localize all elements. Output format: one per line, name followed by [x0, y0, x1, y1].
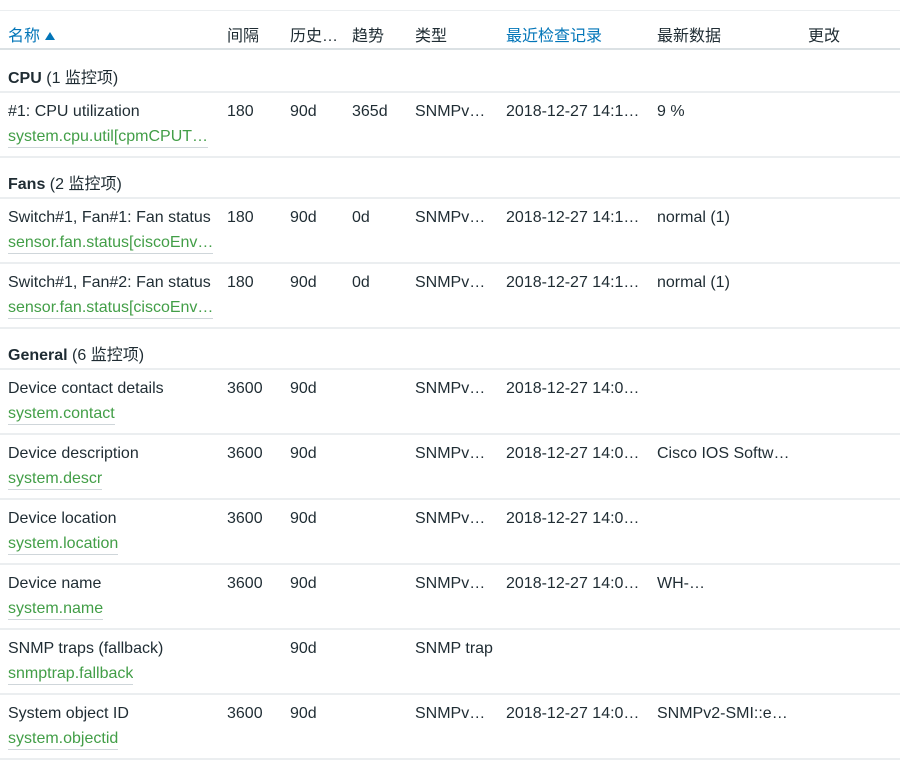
item-history: 90d — [290, 274, 317, 291]
item-key-link[interactable]: system.descr — [8, 470, 103, 490]
item-history: 90d — [290, 510, 317, 527]
group-item-count: (2 监控项) — [49, 176, 122, 193]
item-trends: 0d — [352, 209, 370, 226]
item-name: System object ID — [8, 705, 129, 722]
item-interval: 180 — [227, 209, 254, 226]
column-header-change: 更改 — [808, 28, 841, 45]
table-row: Device contact details system.contact 3600… — [0, 370, 900, 435]
group-name: CPU — [8, 70, 42, 87]
column-header-last-check[interactable]: 最近检查记录 — [506, 22, 651, 46]
item-name: Device contact details — [8, 380, 164, 397]
item-last-check: 2018-12-27 14:0… — [506, 445, 640, 462]
item-latest-data: 9 % — [657, 103, 685, 120]
table-row: #1: CPU utilization system.cpu.util[cpmCP… — [0, 93, 900, 158]
item-type: SNMPv… — [415, 445, 486, 462]
column-header-trends: 趋势 — [352, 28, 385, 45]
table-row: Device location system.location 3600 90d SNM… — [0, 500, 900, 565]
item-history: 90d — [290, 445, 317, 462]
group-name: Fans — [8, 176, 46, 193]
item-type: SNMPv… — [415, 103, 486, 120]
item-type: SNMPv… — [415, 705, 486, 722]
item-history: 90d — [290, 705, 317, 722]
item-last-check: 2018-12-27 14:0… — [506, 575, 640, 592]
item-history: 90d — [290, 575, 317, 592]
item-last-check: 2018-12-27 14:1… — [506, 274, 640, 291]
item-interval: 180 — [227, 274, 254, 291]
item-latest-data: SNMPv2-SMI::e… — [657, 705, 788, 722]
column-header-latest-data: 最新数据 — [657, 28, 722, 45]
column-header-interval: 间隔 — [227, 28, 260, 45]
item-interval: 3600 — [227, 575, 263, 592]
item-type: SNMPv… — [415, 274, 486, 291]
table-row: System object ID system.objectid 3600 90d SN… — [0, 695, 900, 760]
item-history: 90d — [290, 640, 317, 657]
column-header-type: 类型 — [415, 28, 448, 45]
table-row: Switch#1, Fan#1: Fan status sensor.fan.st… — [0, 199, 900, 264]
group-row: CPU (1 监控项) — [0, 52, 900, 93]
item-latest-data: Cisco IOS Softw… — [657, 445, 790, 462]
item-trends: 365d — [352, 103, 388, 120]
item-type: SNMP trap — [415, 640, 493, 657]
item-interval: 3600 — [227, 380, 263, 397]
item-key-link[interactable]: system.cpu.util[cpmCPUT… — [8, 128, 209, 148]
item-trends: 0d — [352, 274, 370, 291]
table-header: 名称 间隔 历史… 趋势 类型 最近检查记录 最新数据 更改 — [0, 11, 900, 50]
group-item-count: (1 监控项) — [46, 70, 119, 87]
item-last-check: 2018-12-27 14:0… — [506, 380, 640, 397]
column-header-name-label[interactable]: 名称 — [8, 28, 40, 45]
item-type: SNMPv… — [415, 510, 486, 527]
table-row: SNMP traps (fallback) snmptrap.fallback 90… — [0, 630, 900, 695]
item-interval: 3600 — [227, 705, 263, 722]
item-key-link[interactable]: system.name — [8, 600, 104, 620]
item-last-check: 2018-12-27 14:1… — [506, 103, 640, 120]
group-row: General (6 监控项) — [0, 329, 900, 370]
item-key-link[interactable]: snmptrap.fallback — [8, 665, 134, 685]
group-name: General — [8, 347, 68, 364]
item-latest-data: normal (1) — [657, 274, 730, 291]
item-key-link[interactable]: sensor.fan.status[ciscoEnv… — [8, 299, 214, 319]
item-history: 90d — [290, 380, 317, 397]
column-header-history: 历史… — [290, 28, 339, 45]
group-title: General (6 监控项) — [8, 341, 144, 365]
item-key-link[interactable]: system.objectid — [8, 730, 119, 750]
column-header-name[interactable]: 名称 — [8, 22, 221, 46]
item-latest-data: WH-… — [657, 575, 705, 592]
item-name: Device name — [8, 575, 102, 592]
item-name: #1: CPU utilization — [8, 103, 140, 120]
item-key-link[interactable]: system.contact — [8, 405, 115, 425]
group-title: CPU (1 监控项) — [8, 64, 118, 88]
item-name: Switch#1, Fan#2: Fan status — [8, 274, 211, 291]
table-row: Device name system.name 3600 90d SNMPv… 2018-… — [0, 565, 900, 630]
sort-ascending-icon — [45, 32, 56, 40]
item-key-link[interactable]: system.location — [8, 535, 119, 555]
item-history: 90d — [290, 209, 317, 226]
table-row: Device description system.descr 3600 90d SNM… — [0, 435, 900, 500]
item-interval: 3600 — [227, 510, 263, 527]
table-row: Switch#1, Fan#2: Fan status sensor.fan.st… — [0, 264, 900, 329]
group-item-count: (6 监控项) — [72, 347, 145, 364]
item-name: Switch#1, Fan#1: Fan status — [8, 209, 211, 226]
item-interval: 3600 — [227, 445, 263, 462]
item-last-check: 2018-12-27 14:1… — [506, 209, 640, 226]
item-type: SNMPv… — [415, 209, 486, 226]
item-type: SNMPv… — [415, 380, 486, 397]
item-interval: 180 — [227, 103, 254, 120]
item-latest-data: normal (1) — [657, 209, 730, 226]
group-title: Fans (2 监控项) — [8, 170, 122, 194]
item-type: SNMPv… — [415, 575, 486, 592]
item-last-check: 2018-12-27 14:0… — [506, 705, 640, 722]
group-row: Fans (2 监控项) — [0, 158, 900, 199]
item-key-link[interactable]: sensor.fan.status[ciscoEnv… — [8, 234, 214, 254]
item-history: 90d — [290, 103, 317, 120]
item-last-check: 2018-12-27 14:0… — [506, 510, 640, 527]
item-name: Device location — [8, 510, 117, 527]
item-name: SNMP traps (fallback) — [8, 640, 164, 657]
item-name: Device description — [8, 445, 139, 462]
